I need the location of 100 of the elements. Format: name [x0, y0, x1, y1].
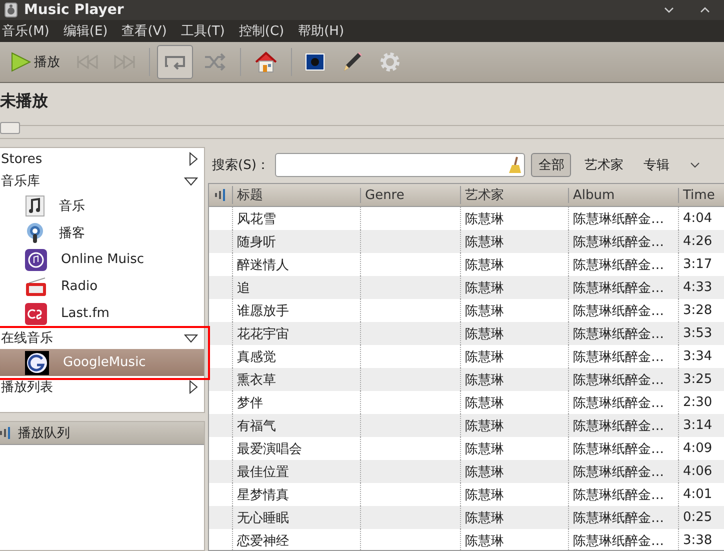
table-cell-text: 陈慧琳: [465, 234, 504, 250]
previous-icon: [76, 55, 98, 69]
table-cell-text: 陈慧琳纸醉金…: [573, 234, 664, 250]
play-button[interactable]: 播放: [4, 45, 66, 79]
table-cell-text: 熏衣草: [237, 372, 276, 388]
play-icon: [10, 51, 32, 73]
speaker-icon: [4, 2, 18, 18]
repeat-button[interactable]: [157, 45, 193, 79]
search-label: 搜索(S)：: [212, 157, 270, 174]
chevron-down-icon[interactable]: [690, 161, 700, 169]
table-cell-text: 陈慧琳纸醉金…: [573, 256, 664, 274]
house-icon: [254, 51, 278, 73]
sidebar-item[interactable]: 播客: [0, 219, 204, 246]
table-cell: 4:33: [683, 280, 712, 295]
next-icon: [114, 55, 136, 69]
table-cell-text: 陈慧琳纸醉金…: [573, 210, 664, 228]
table-cell-text: 陈慧琳: [465, 418, 504, 434]
now-playing-label: 未播放: [0, 90, 49, 112]
filter-button[interactable]: 专辑: [636, 153, 676, 177]
menu-item[interactable]: 查看(V): [122, 22, 167, 40]
sidebar-section[interactable]: 播放列表: [0, 376, 204, 398]
table-cell-text: 恋爱神经: [237, 532, 289, 550]
table-cell: 4:01: [683, 487, 712, 502]
table-cell-text: 最爱演唱会: [237, 440, 302, 458]
table-cell: 3:14: [683, 418, 712, 433]
table-cell-text: 有福气: [237, 418, 276, 434]
table-cell-text: 醉迷情人: [237, 256, 289, 274]
table-cell-text: 陈慧琳纸醉金…: [573, 532, 664, 550]
column-header[interactable]: 标题: [232, 186, 360, 204]
table-cell-text: 星梦情真: [237, 486, 289, 504]
table-cell-text: 谁愿放手: [237, 302, 289, 320]
sidebar-item[interactable]: Online Muisc: [0, 246, 204, 273]
table-cell: 3:17: [683, 257, 712, 272]
sidebar-section[interactable]: 音乐库: [0, 170, 204, 192]
column-header[interactable]: Album: [568, 188, 678, 202]
table-cell-text: 陈慧琳纸醉金…: [573, 280, 664, 296]
table-cell-text: 陈慧琳纸醉金…: [573, 510, 664, 526]
sidebar-section[interactable]: 在线音乐: [0, 327, 204, 349]
column-header[interactable]: Time: [678, 188, 724, 202]
column-header[interactable]: Genre: [360, 188, 460, 202]
slider-thumb[interactable]: [0, 122, 20, 134]
table-cell: 4:04: [683, 211, 712, 226]
speaker-icon: [215, 189, 225, 201]
column-header[interactable]: 艺术家: [460, 186, 568, 204]
filter-button[interactable]: 全部: [531, 153, 572, 177]
table-cell: 3:34: [683, 349, 712, 364]
collapsed-icon: [189, 380, 198, 394]
table-cell-text: 陈慧琳纸醉金…: [573, 302, 664, 320]
broom-icon[interactable]: [508, 156, 522, 174]
table-cell-text: 无心睡眠: [237, 510, 289, 526]
table-cell-text: 陈慧琳: [465, 372, 504, 388]
expanded-icon: [184, 334, 198, 342]
sidebar-item[interactable]: Radio: [0, 273, 204, 300]
visualizer-icon: [305, 53, 325, 71]
filter-button[interactable]: 艺术家: [577, 153, 630, 177]
table-cell: 4:26: [683, 234, 712, 249]
table-cell-text: 陈慧琳纸醉金…: [573, 348, 664, 366]
table-cell-text: 陈慧琳: [465, 486, 504, 504]
table-cell-text: 陈慧琳纸醉金…: [573, 326, 664, 342]
table-cell-text: 陈慧琳纸醉金…: [573, 418, 664, 434]
pencil-icon: [341, 51, 363, 73]
repeat-icon: [163, 53, 187, 71]
sidebar-item[interactable]: 音乐: [0, 192, 204, 219]
table-cell-text: 陈慧琳: [465, 326, 504, 342]
queue-title: 播放队列: [18, 425, 70, 442]
table-cell-text: 陈慧琳: [465, 256, 504, 274]
table-cell-text: 陈慧琳: [465, 210, 504, 228]
minimize-icon[interactable]: [664, 6, 674, 14]
table-cell: 4:09: [683, 441, 712, 456]
sidebar-item[interactable]: Last.fm: [0, 300, 204, 327]
gear-icon: [379, 51, 401, 73]
music-app-icon: [25, 248, 47, 270]
podcast-icon: [25, 222, 45, 244]
table-cell: 4:06: [683, 464, 712, 479]
table-cell: 3:53: [683, 326, 712, 341]
maximize-icon[interactable]: [700, 6, 710, 14]
table-cell-text: 梦伴: [237, 394, 263, 412]
google-icon: [25, 350, 49, 374]
seek-slider[interactable]: [0, 125, 724, 139]
table-cell-text: 陈慧琳纸醉金…: [573, 464, 664, 480]
menu-item[interactable]: 音乐(M): [2, 22, 50, 40]
sidebar-section[interactable]: Stores: [0, 148, 204, 170]
table-cell-text: 陈慧琳: [465, 394, 504, 412]
search-field[interactable]: [275, 153, 526, 177]
music-note-icon: [25, 194, 45, 216]
menu-item[interactable]: 帮助(H): [298, 22, 344, 40]
table-cell-text: 陈慧琳: [465, 302, 504, 320]
table-cell-text: 陈慧琳: [465, 280, 504, 296]
menu-item[interactable]: 控制(C): [238, 22, 284, 40]
table-cell-text: 陈慧琳纸醉金…: [573, 372, 664, 388]
table-cell-text: 陈慧琳: [465, 532, 504, 550]
radio-icon: [25, 276, 47, 296]
table-cell-text: 花花宇宙: [237, 326, 289, 342]
menu-item[interactable]: 工具(T): [180, 22, 225, 40]
window-title: Music Player: [24, 2, 125, 18]
table-cell-text: 陈慧琳: [465, 348, 504, 366]
table-cell-text: 陈慧琳: [465, 440, 504, 458]
table-cell: 0:25: [683, 510, 712, 525]
menu-item[interactable]: 编辑(E): [63, 22, 108, 40]
table-cell: 2:30: [683, 395, 712, 410]
